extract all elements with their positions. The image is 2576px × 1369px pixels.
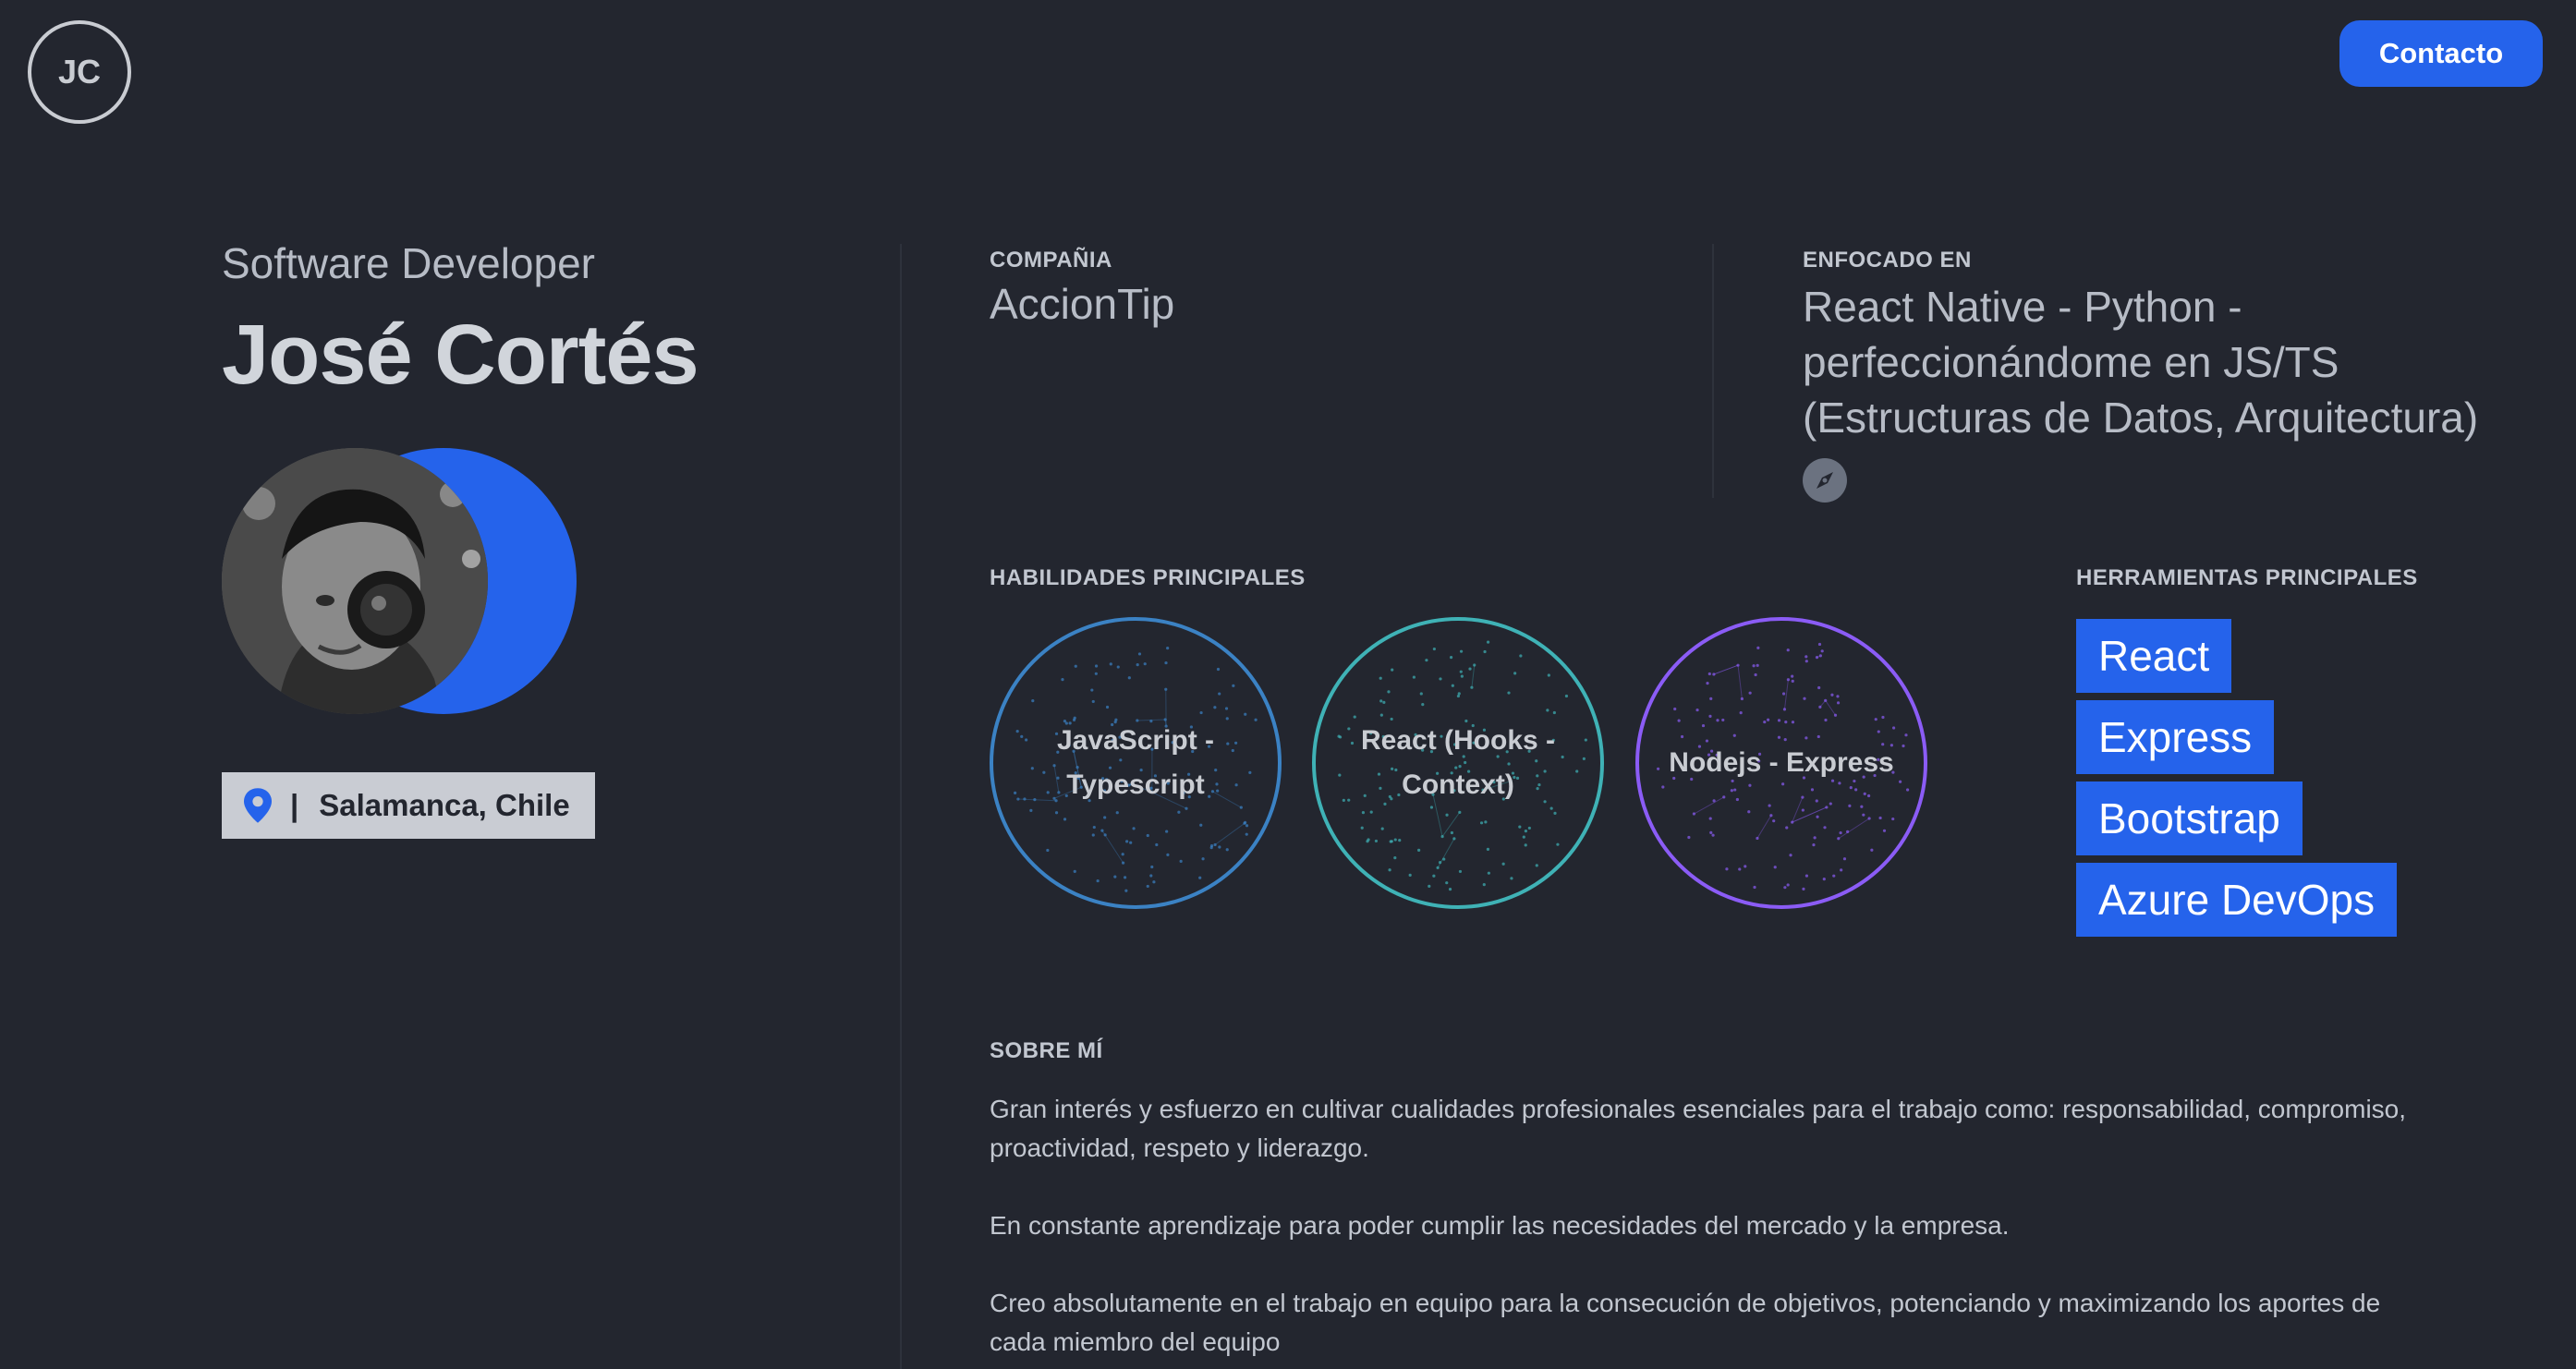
about-paragraph: En constante aprendizaje para poder cump… [990, 1211, 2010, 1240]
tool-tag-react: React [2076, 619, 2232, 693]
skills-label: HABILIDADES PRINCIPALES [990, 565, 1306, 590]
logo-initials: JC [57, 53, 102, 91]
location-text: Salamanca, Chile [319, 788, 570, 822]
map-pin-icon [244, 788, 272, 823]
skill-label: Nodejs - Express [1669, 747, 1894, 778]
focus-value: React Native - Python - perfeccionándome… [1803, 283, 2479, 442]
tool-tag-azure-devops: Azure DevOps [2076, 863, 2398, 937]
about-paragraph: Gran interés y esfuerzo en cultivar cual… [990, 1095, 2407, 1162]
skill-sphere-javascript: JavaScript - Typescript [990, 617, 1282, 909]
contact-button[interactable]: Contacto [2339, 20, 2543, 87]
company-label: COMPAÑIA [990, 248, 1112, 273]
company-value: AccionTip [990, 280, 1175, 328]
skill-sphere-react: React (Hooks - Context) [1312, 617, 1604, 909]
tool-tag-bootstrap: Bootstrap [2076, 781, 2303, 855]
avatar [222, 448, 488, 714]
column-divider [900, 244, 902, 1369]
page: JC Contacto Software Developer José Cort… [0, 0, 2576, 1369]
tools-label: HERRAMIENTAS PRINCIPALES [2076, 565, 2418, 590]
about-label: SOBRE MÍ [990, 1038, 1103, 1063]
skill-sphere-nodejs: Nodejs - Express [1635, 617, 1927, 909]
profile-name: José Cortés [222, 308, 699, 402]
tool-tag-express: Express [2076, 700, 2275, 774]
location-separator: | [290, 788, 299, 822]
about-paragraph: Creo absolutamente en el trabajo en equi… [990, 1289, 2381, 1356]
column-divider-secondary [1712, 244, 1714, 498]
skill-label: React (Hooks - Context) [1360, 725, 1556, 800]
location-badge: | Salamanca, Chile [222, 772, 595, 839]
focus-label: ENFOCADO EN [1803, 248, 1972, 273]
profile-role: Software Developer [222, 239, 595, 287]
logo-badge[interactable]: JC [28, 20, 131, 124]
compass-icon[interactable] [1803, 458, 1847, 503]
skill-label: JavaScript - Typescript [1056, 725, 1215, 800]
